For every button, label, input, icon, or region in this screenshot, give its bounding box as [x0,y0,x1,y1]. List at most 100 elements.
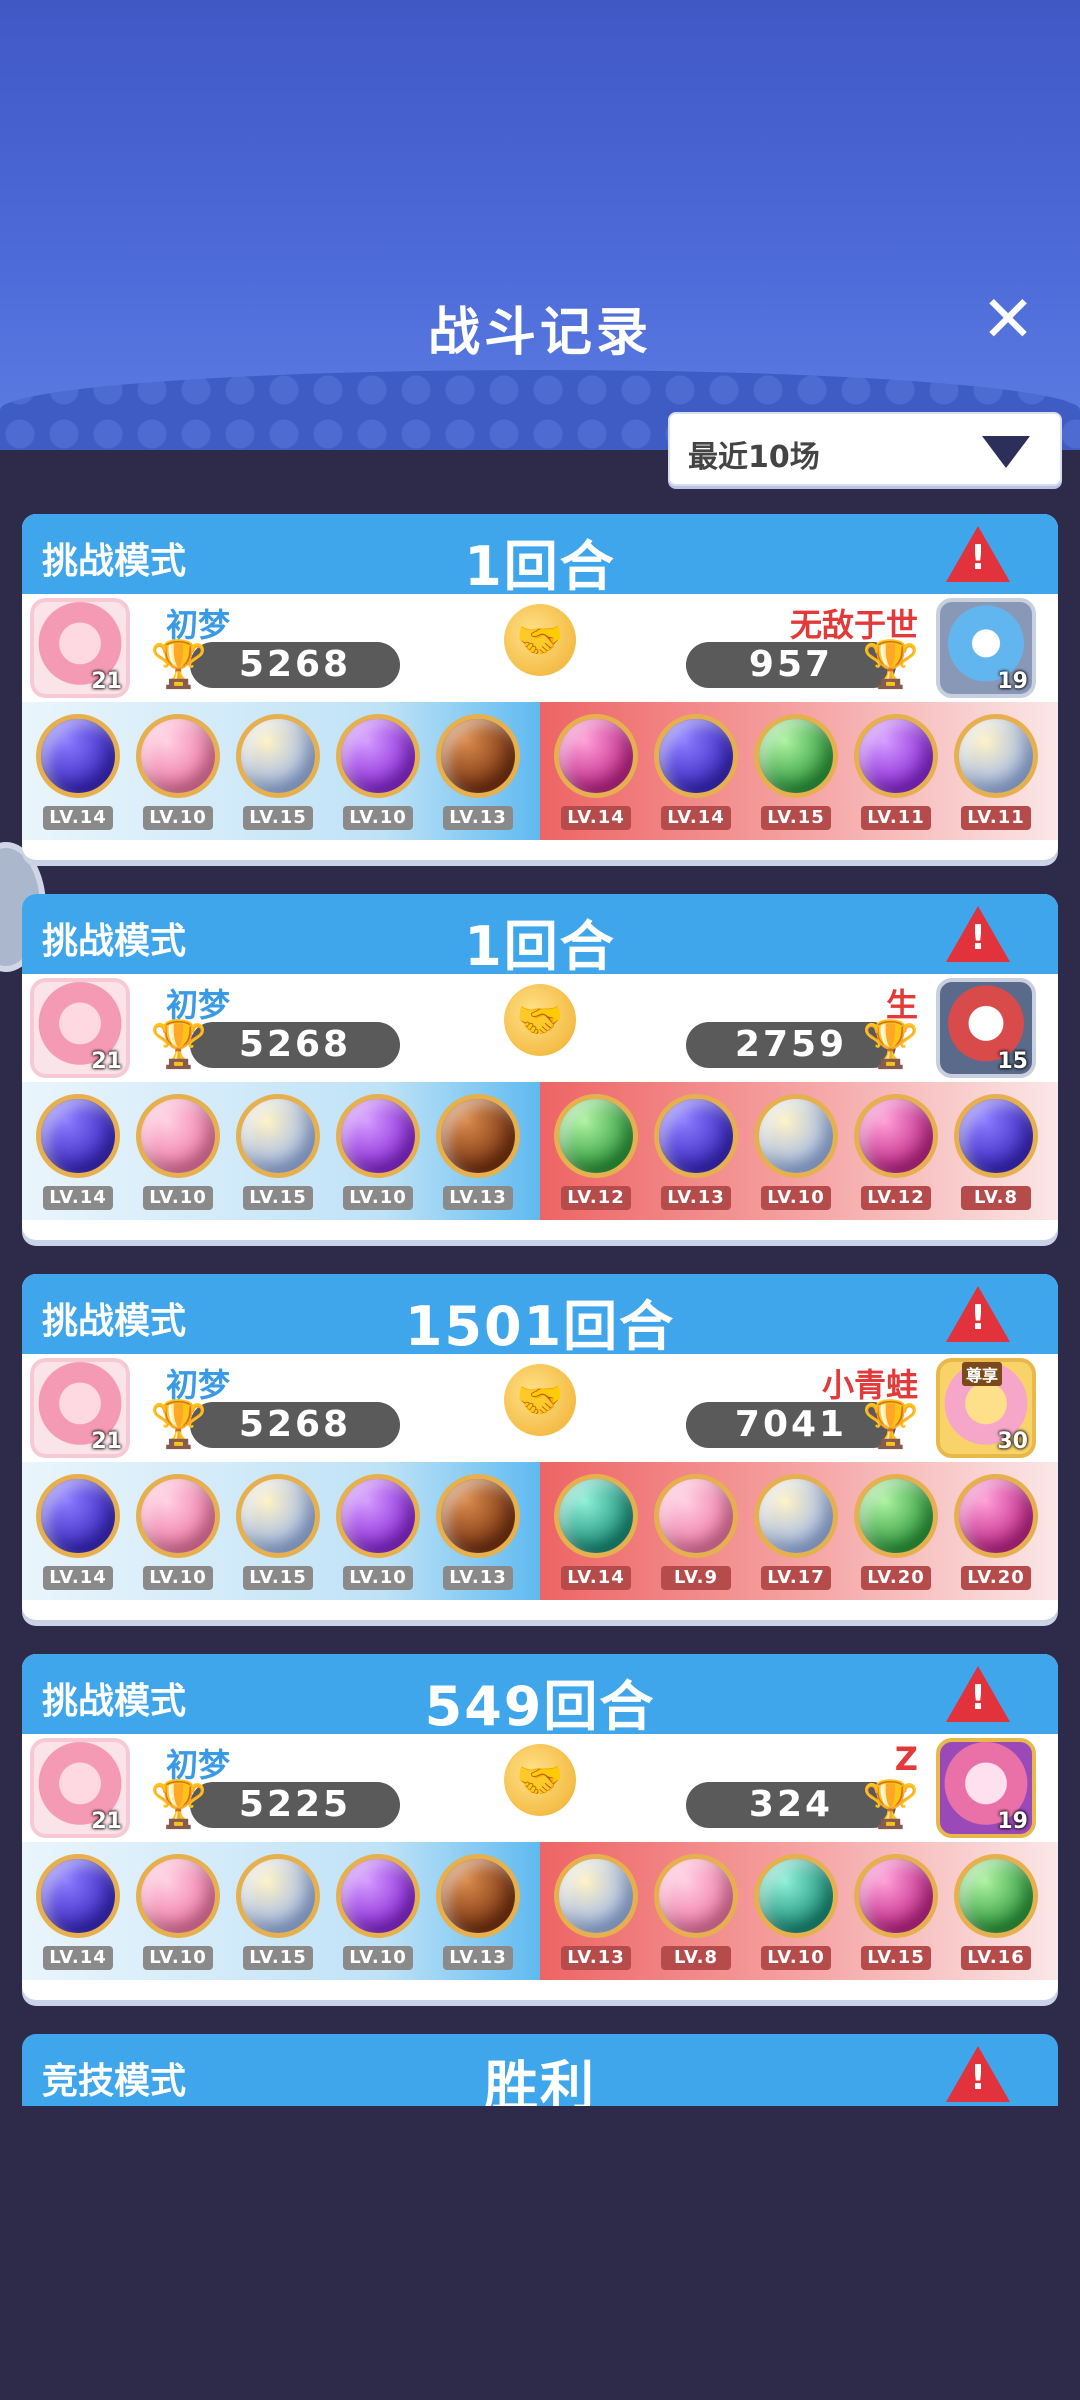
pet-icon[interactable] [654,714,738,798]
pet-icon[interactable] [654,1094,738,1178]
pet-icon[interactable] [436,1094,520,1178]
pet-icon[interactable] [654,1474,738,1558]
pet-icon[interactable] [436,1854,520,1938]
pet-icon[interactable] [136,1854,220,1938]
card-header: 挑战模式 549回合 ! [22,1654,1058,1738]
opponent-team: LV.13 LV.8 LV.10 LV.15 LV.16 [540,1842,1058,1980]
pet-level: LV.14 [43,1566,113,1590]
pet-icon[interactable] [954,1854,1038,1938]
pet-level: LV.14 [561,806,631,830]
pet-level: LV.10 [761,1946,831,1970]
battle-record-card[interactable]: 挑战模式 1回合 ! 21 初梦 5268 🏆 🤝 无敌于世 957 🏆 19 … [22,514,1058,860]
opponent-team: LV.14 LV.9 LV.17 LV.20 LV.20 [540,1462,1058,1600]
report-icon-mark: ! [970,1678,986,1718]
pet-level: LV.14 [43,1946,113,1970]
my-score: 5225 [190,1782,400,1828]
team-row: LV.14 LV.10 LV.15 LV.10 LV.13 LV.14 LV.1… [22,702,1058,840]
pet-icon[interactable] [754,714,838,798]
pet-icon[interactable] [36,1854,120,1938]
pet-icon[interactable] [236,1474,320,1558]
pet-icon[interactable] [954,1474,1038,1558]
battle-record-card-partial[interactable]: 竞技模式 胜利 ! [22,2034,1058,2106]
pet-icon[interactable] [236,1854,320,1938]
opponent-avatar[interactable]: 15 [936,978,1036,1078]
pet-icon[interactable] [36,1094,120,1178]
pet-level: LV.14 [661,806,731,830]
battle-record-card[interactable]: 挑战模式 1回合 ! 21 初梦 5268 🏆 🤝 生 2759 🏆 15 LV… [22,894,1058,1240]
pet-level: LV.10 [343,1566,413,1590]
pet-level: LV.13 [561,1946,631,1970]
my-avatar[interactable]: 21 [30,1358,130,1458]
pet-icon[interactable] [136,1474,220,1558]
pet-level: LV.10 [143,1946,213,1970]
pet-level: LV.14 [43,806,113,830]
pet-level: LV.12 [561,1186,631,1210]
pet-icon[interactable] [854,1854,938,1938]
trophy-icon: 🏆 [862,1017,920,1071]
pet-icon[interactable] [954,714,1038,798]
pet-icon[interactable] [754,1094,838,1178]
opponent-avatar[interactable]: 19 [936,598,1036,698]
pet-level: LV.15 [243,806,313,830]
pet-icon[interactable] [554,714,638,798]
pet-icon[interactable] [36,1474,120,1558]
pet-icon[interactable] [854,1094,938,1178]
pet-icon[interactable] [336,1094,420,1178]
pet-level: LV.15 [761,806,831,830]
players-row: 21 初梦 5268 🏆 🤝 无敌于世 957 🏆 19 [22,594,1058,702]
pet-level: LV.20 [961,1566,1031,1590]
pet-level: LV.13 [443,1566,513,1590]
my-avatar[interactable]: 21 [30,978,130,1078]
players-row: 21 初梦 5268 🏆 🤝 生 2759 🏆 15 [22,974,1058,1082]
pet-icon[interactable] [236,714,320,798]
pet-level: LV.11 [961,806,1031,830]
pet-level: LV.11 [861,806,931,830]
trophy-icon: 🏆 [862,1397,920,1451]
handshake-icon: 🤝 [504,1744,576,1816]
pet-icon[interactable] [136,714,220,798]
pet-level: LV.20 [861,1566,931,1590]
pet-icon[interactable] [236,1094,320,1178]
pet-icon[interactable] [654,1854,738,1938]
team-row: LV.14 LV.10 LV.15 LV.10 LV.13 LV.13 LV.8… [22,1842,1058,1980]
empty-background [0,2106,1080,2400]
pet-icon[interactable] [754,1854,838,1938]
opponent-avatar[interactable]: 19 [936,1738,1036,1838]
my-avatar[interactable]: 21 [30,598,130,698]
pet-icon[interactable] [36,714,120,798]
trophy-icon: 🏆 [150,1777,208,1831]
card-header: 挑战模式 1回合 ! [22,514,1058,598]
pet-icon[interactable] [554,1474,638,1558]
team-row: LV.14 LV.10 LV.15 LV.10 LV.13 LV.14 LV.9… [22,1462,1058,1600]
battle-record-card[interactable]: 挑战模式 1501回合 ! 21 初梦 5268 🏆 🤝 小青蛙 7041 🏆 … [22,1274,1058,1620]
vip-badge: 尊享 [962,1362,1003,1386]
my-avatar[interactable]: 21 [30,1738,130,1838]
pet-icon[interactable] [136,1094,220,1178]
pet-icon[interactable] [754,1474,838,1558]
pet-icon[interactable] [554,1094,638,1178]
pet-icon[interactable] [554,1854,638,1938]
trophy-icon: 🏆 [862,1777,920,1831]
pet-icon[interactable] [336,1474,420,1558]
pet-icon[interactable] [436,1474,520,1558]
my-score: 5268 [190,642,400,688]
opponent-avatar[interactable]: 尊享 30 [936,1358,1036,1458]
close-icon[interactable]: ✕ [980,288,1036,352]
chevron-down-icon[interactable] [982,436,1030,468]
pet-icon[interactable] [336,714,420,798]
trophy-icon: 🏆 [150,1397,208,1451]
report-icon-mark: ! [970,1298,986,1338]
pet-level: LV.15 [243,1186,313,1210]
pet-icon[interactable] [436,714,520,798]
pet-icon[interactable] [854,714,938,798]
pet-level: LV.10 [343,1186,413,1210]
pet-level: LV.10 [343,806,413,830]
pet-level: LV.17 [761,1566,831,1590]
my-score: 5268 [190,1402,400,1448]
pet-icon[interactable] [854,1474,938,1558]
pet-icon[interactable] [954,1094,1038,1178]
team-row: LV.14 LV.10 LV.15 LV.10 LV.13 LV.12 LV.1… [22,1082,1058,1220]
pet-icon[interactable] [336,1854,420,1938]
record-filter-dropdown[interactable]: 最近10场 [668,412,1062,486]
battle-record-card[interactable]: 挑战模式 549回合 ! 21 初梦 5225 🏆 🤝 Z 324 🏆 19 L… [22,1654,1058,2000]
